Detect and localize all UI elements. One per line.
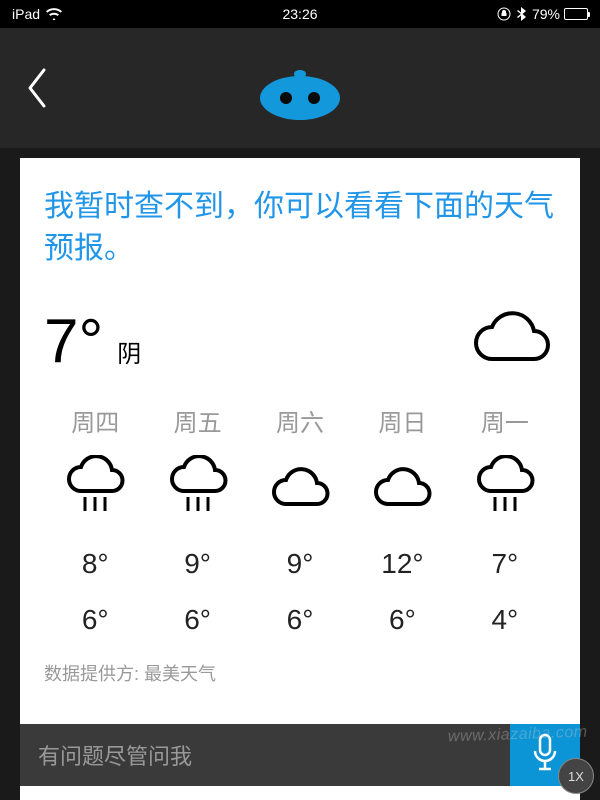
day-high: 9° (287, 548, 314, 580)
question-input[interactable]: 有问题尽管问我 (20, 724, 510, 786)
current-weather: 7° 阴 (44, 306, 556, 377)
day-label: 周一 (481, 403, 529, 438)
day-label: 周日 (378, 403, 426, 438)
weather-card: 我暂时查不到，你可以看看下面的天气预报。 7° 阴 周四 8° 6° (20, 158, 580, 800)
status-bar: iPad 23:26 79% (0, 0, 600, 28)
rain-icon (471, 454, 539, 524)
forecast-day: 周五 9° 6° (146, 403, 248, 636)
day-low: 4° (491, 604, 518, 636)
forecast-day: 周六 9° 6° (249, 403, 351, 636)
cloud-icon (466, 309, 556, 374)
day-low: 6° (389, 604, 416, 636)
status-time: 23:26 (282, 6, 317, 22)
day-label: 周四 (71, 403, 119, 438)
day-label: 周五 (174, 403, 222, 438)
forecast-day: 周四 8° 6° (44, 403, 146, 636)
back-button[interactable] (24, 66, 50, 115)
wifi-icon (46, 8, 62, 20)
day-high: 9° (184, 548, 211, 580)
battery-percent: 79% (532, 6, 560, 22)
rain-icon (164, 454, 232, 524)
app-header (0, 28, 600, 148)
cloud-icon (370, 454, 434, 524)
cloud-icon (268, 454, 332, 524)
rain-icon (61, 454, 129, 524)
input-placeholder: 有问题尽管问我 (38, 739, 192, 771)
forecast-row: 周四 8° 6° 周五 9° 6° 周六 (44, 403, 556, 636)
current-temp: 7° (44, 306, 103, 377)
day-low: 6° (184, 604, 211, 636)
bluetooth-icon (517, 7, 526, 21)
forecast-day: 周日 12° 6° (351, 403, 453, 636)
day-high: 7° (491, 548, 518, 580)
data-provider: 数据提供方: 最美天气 (44, 660, 556, 686)
day-low: 6° (287, 604, 314, 636)
app-logo-icon (254, 64, 346, 125)
forecast-day: 周一 7° 4° (454, 403, 556, 636)
battery-icon (564, 8, 588, 20)
current-condition: 阴 (117, 334, 141, 369)
orientation-lock-icon (497, 7, 511, 21)
app-area: 我暂时查不到，你可以看看下面的天气预报。 7° 阴 周四 8° 6° (0, 28, 600, 800)
device-label: iPad (12, 6, 40, 22)
day-high: 8° (82, 548, 109, 580)
day-low: 6° (82, 604, 109, 636)
assistant-message: 我暂时查不到，你可以看看下面的天气预报。 (44, 186, 556, 270)
day-label: 周六 (276, 403, 324, 438)
day-high: 12° (381, 548, 423, 580)
zoom-badge[interactable]: 1X (558, 758, 594, 794)
